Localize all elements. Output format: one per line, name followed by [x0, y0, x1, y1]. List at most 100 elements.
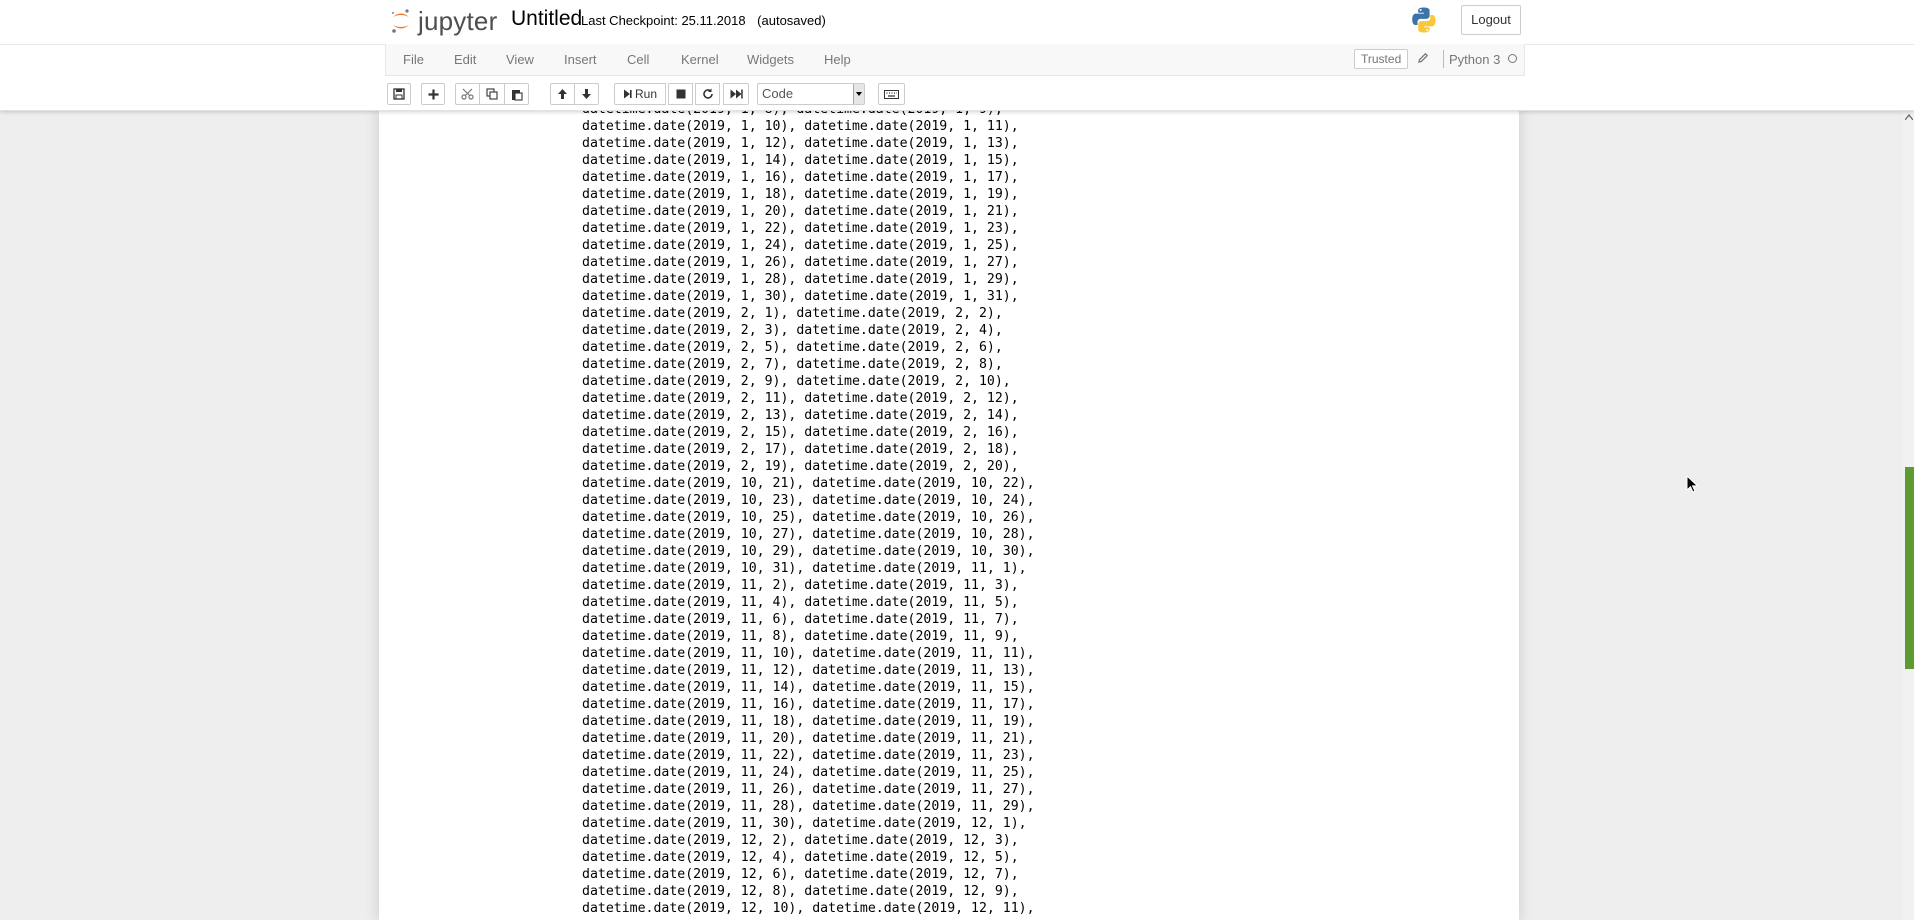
- output-line: datetime.date(2019, 2, 5), datetime.date…: [582, 340, 1003, 355]
- menu-widgets[interactable]: Widgets: [747, 52, 794, 67]
- output-line: datetime.date(2019, 11, 20), datetime.da…: [582, 731, 1035, 746]
- kernel-idle-icon: [1508, 54, 1517, 63]
- output-line: datetime.date(2019, 10, 25), datetime.da…: [582, 510, 1035, 525]
- move-up-button[interactable]: [550, 83, 575, 105]
- output-line: datetime.date(2019, 1, 28), datetime.dat…: [582, 272, 1019, 287]
- output-line: datetime.date(2019, 10, 27), datetime.da…: [582, 527, 1035, 542]
- output-line: datetime.date(2019, 11, 26), datetime.da…: [582, 782, 1035, 797]
- checkpoint-status: Last Checkpoint: 25.11.2018 (autosaved): [581, 13, 826, 28]
- jupyter-logo-text: jupyter: [418, 5, 498, 36]
- keyboard-icon: [884, 89, 899, 99]
- output-line: datetime.date(2019, 11, 24), datetime.da…: [582, 765, 1035, 780]
- plus-icon: [428, 89, 438, 99]
- output-line: datetime.date(2019, 1, 22), datetime.dat…: [582, 221, 1019, 236]
- output-line: datetime.date(2019, 11, 8), datetime.dat…: [582, 629, 1019, 644]
- menu-edit[interactable]: Edit: [454, 52, 476, 67]
- output-line: datetime.date(2019, 2, 19), datetime.dat…: [582, 459, 1019, 474]
- output-line: datetime.date(2019, 2, 7), datetime.date…: [582, 357, 1003, 372]
- notebook-name[interactable]: Untitled: [511, 7, 582, 31]
- menu-cell[interactable]: Cell: [627, 52, 649, 67]
- output-line: datetime.date(2019, 1, 24), datetime.dat…: [582, 238, 1019, 253]
- output-line: datetime.date(2019, 11, 12), datetime.da…: [582, 663, 1035, 678]
- output-line: datetime.date(2019, 10, 29), datetime.da…: [582, 544, 1035, 559]
- menu-insert[interactable]: Insert: [564, 52, 597, 67]
- output-line: datetime.date(2019, 10, 21), datetime.da…: [582, 476, 1035, 491]
- run-label: Run: [634, 87, 657, 101]
- menu-kernel[interactable]: Kernel: [681, 52, 719, 67]
- insert-cell-button[interactable]: [421, 83, 445, 105]
- trusted-badge[interactable]: Trusted: [1354, 49, 1409, 69]
- cell-type-select[interactable]: Code: [757, 83, 865, 105]
- arrow-up-icon: [558, 89, 567, 99]
- pencil-icon[interactable]: [1417, 51, 1429, 69]
- save-button[interactable]: [387, 83, 411, 105]
- kernel-name[interactable]: Python 3: [1449, 52, 1500, 67]
- menu-view[interactable]: View: [506, 52, 534, 67]
- output-line: datetime.date(2019, 12, 2), datetime.dat…: [582, 833, 1019, 848]
- copy-button[interactable]: [479, 83, 505, 105]
- cut-icon: [461, 88, 474, 100]
- scroll-up-icon[interactable]: [1905, 114, 1913, 120]
- play-icon: [623, 89, 632, 99]
- python-logo-icon: [1410, 6, 1438, 39]
- run-button[interactable]: Run: [614, 83, 666, 105]
- command-palette-button[interactable]: [878, 83, 905, 105]
- notebook-header: jupyter Untitled Last Checkpoint: 25.11.…: [0, 0, 1914, 111]
- page-scrollbar[interactable]: [1903, 110, 1914, 920]
- menubar: File Edit View Insert Cell Kernel Widget…: [385, 44, 1525, 76]
- menu-file[interactable]: File: [403, 52, 424, 67]
- output-line: datetime.date(2019, 12, 4), datetime.dat…: [582, 850, 1019, 865]
- output-line: datetime.date(2019, 2, 1), datetime.date…: [582, 306, 1003, 321]
- stop-icon: [676, 89, 685, 99]
- move-down-button[interactable]: [574, 83, 599, 105]
- output-line: datetime.date(2019, 2, 11), datetime.dat…: [582, 391, 1019, 406]
- save-icon: [393, 88, 405, 100]
- output-line: datetime.date(2019, 2, 15), datetime.dat…: [582, 425, 1019, 440]
- output-line: datetime.date(2019, 2, 13), datetime.dat…: [582, 408, 1019, 423]
- copy-icon: [486, 88, 498, 100]
- restart-run-all-button[interactable]: [723, 83, 749, 105]
- jupyter-logo-icon: [391, 9, 409, 33]
- fast-forward-icon: [730, 89, 743, 99]
- menu-help[interactable]: Help: [824, 52, 851, 67]
- logout-button[interactable]: Logout: [1461, 5, 1521, 35]
- interrupt-kernel-button[interactable]: [668, 83, 693, 105]
- output-line: datetime.date(2019, 12, 6), datetime.dat…: [582, 867, 1019, 882]
- output-line: datetime.date(2019, 1, 10), datetime.dat…: [582, 119, 1019, 134]
- output-line: datetime.date(2019, 11, 14), datetime.da…: [582, 680, 1035, 695]
- checkpoint-label: Last Checkpoint: 25.11.2018: [581, 13, 746, 28]
- cell-type-value: Code: [762, 86, 794, 101]
- output-line: datetime.date(2019, 1, 30), datetime.dat…: [582, 289, 1019, 304]
- output-line: datetime.date(2019, 2, 3), datetime.date…: [582, 323, 1003, 338]
- output-line: datetime.date(2019, 11, 22), datetime.da…: [582, 748, 1035, 763]
- output-line: datetime.date(2019, 2, 9), datetime.date…: [582, 374, 1011, 389]
- mouse-cursor-icon: [1686, 475, 1698, 493]
- output-line: datetime.date(2019, 12, 10), datetime.da…: [582, 901, 1035, 916]
- output-line: datetime.date(2019, 1, 20), datetime.dat…: [582, 204, 1019, 219]
- output-line: datetime.date(2019, 2, 17), datetime.dat…: [582, 442, 1019, 457]
- output-line: datetime.date(2019, 1, 16), datetime.dat…: [582, 170, 1019, 185]
- restart-kernel-button[interactable]: [695, 83, 720, 105]
- jupyter-logo[interactable]: jupyter: [390, 6, 497, 36]
- chevron-down-icon: [853, 84, 864, 104]
- output-line: datetime.date(2019, 1, 14), datetime.dat…: [582, 153, 1019, 168]
- arrow-down-icon: [582, 89, 591, 99]
- restart-icon: [702, 88, 713, 99]
- output-line: datetime.date(2019, 11, 6), datetime.dat…: [582, 612, 1019, 627]
- paste-button[interactable]: [504, 83, 529, 105]
- cell-output-area: datetime.date(2019, 1, 8), datetime.date…: [582, 101, 1035, 917]
- autosave-status: (autosaved): [757, 13, 826, 28]
- output-line: datetime.date(2019, 11, 2), datetime.dat…: [582, 578, 1019, 593]
- paste-icon: [511, 89, 523, 101]
- output-line: datetime.date(2019, 10, 23), datetime.da…: [582, 493, 1035, 508]
- output-line: datetime.date(2019, 11, 28), datetime.da…: [582, 799, 1035, 814]
- output-line: datetime.date(2019, 1, 12), datetime.dat…: [582, 136, 1019, 151]
- output-line: datetime.date(2019, 1, 18), datetime.dat…: [582, 187, 1019, 202]
- scrollbar-thumb[interactable]: [1905, 467, 1914, 669]
- output-line: datetime.date(2019, 1, 26), datetime.dat…: [582, 255, 1019, 270]
- output-line: datetime.date(2019, 12, 8), datetime.dat…: [582, 884, 1019, 899]
- output-line: datetime.date(2019, 11, 30), datetime.da…: [582, 816, 1027, 831]
- output-line: datetime.date(2019, 10, 31), datetime.da…: [582, 561, 1027, 576]
- kernel-separator: [1443, 50, 1444, 68]
- cut-button[interactable]: [455, 83, 480, 105]
